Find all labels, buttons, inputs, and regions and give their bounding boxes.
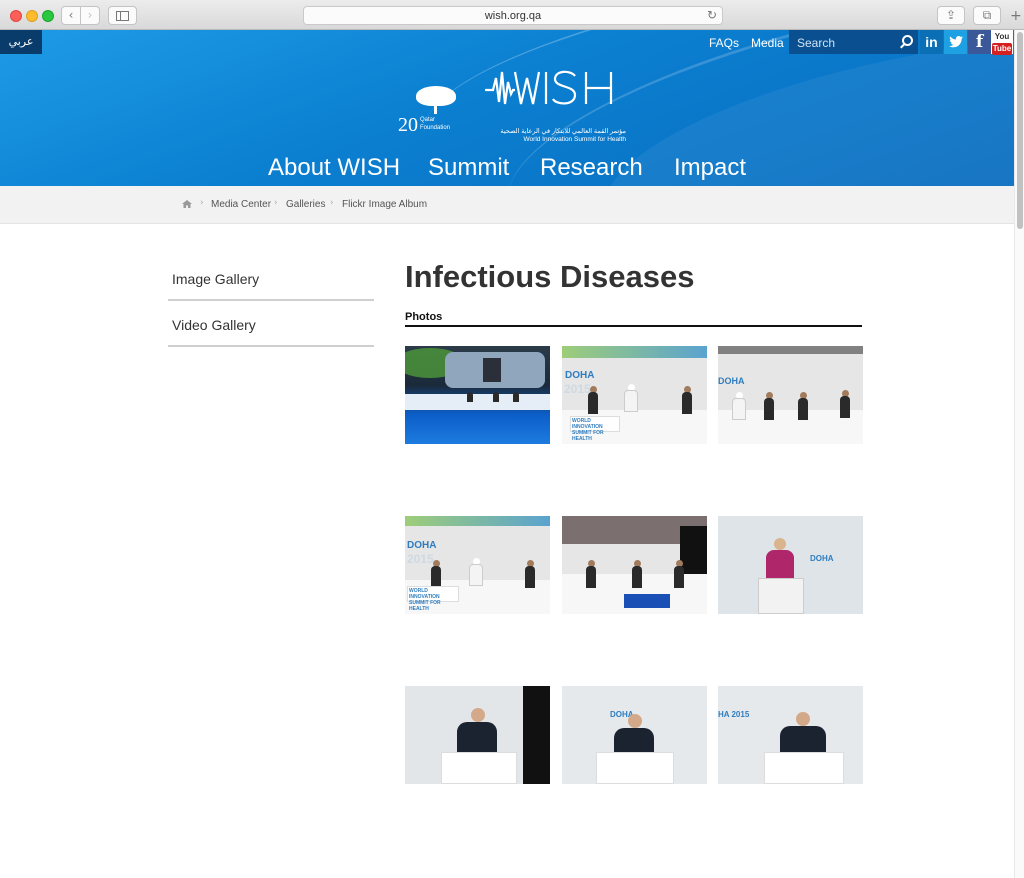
photo-thumbnail[interactable]: HA 2015 xyxy=(718,686,863,784)
minimize-window-button[interactable] xyxy=(26,10,38,22)
nav-impact[interactable]: Impact xyxy=(674,154,746,182)
photo-thumbnail[interactable]: DOHA 2015 WORLD INNOVATION SUMMIT FOR HE… xyxy=(405,516,550,614)
sidebar-item-image-gallery[interactable]: Image Gallery xyxy=(168,255,374,301)
nav-research[interactable]: Research xyxy=(540,154,643,182)
share-button[interactable]: ⇪ xyxy=(937,6,965,25)
photos-heading: Photos xyxy=(405,311,443,323)
forward-button[interactable]: › xyxy=(80,6,100,25)
breadcrumb-separator: › xyxy=(200,198,204,208)
tabs-icon: ⧉ xyxy=(982,8,992,22)
scrollbar-thumb[interactable] xyxy=(1017,32,1023,229)
chevron-right-icon: › xyxy=(87,8,93,22)
sidebar-item-label: Video Gallery xyxy=(172,317,256,333)
url-text: wish.org.qa xyxy=(484,10,542,22)
breadcrumb-galleries[interactable]: Galleries xyxy=(286,199,325,210)
show-tabs-button[interactable]: ⧉ xyxy=(973,6,1001,25)
wish-english-name: World Innovation Summit for Health xyxy=(523,136,626,143)
new-tab-button[interactable]: + xyxy=(1010,8,1022,24)
wish-arabic-name: مؤتمر القمة العالمي للابتكار في الرعاية … xyxy=(500,128,626,135)
sidebar-item-label: Image Gallery xyxy=(172,271,260,287)
qf-anniversary-number: 20 xyxy=(398,114,418,136)
page-title: Infectious Diseases xyxy=(405,259,695,294)
breadcrumb: › Media Center › Galleries › Flickr Imag… xyxy=(0,186,1014,224)
photo-thumbnail[interactable]: DOHA xyxy=(562,686,707,784)
home-icon[interactable] xyxy=(182,200,192,208)
youtube-icon-bottom: Tube xyxy=(991,43,1013,55)
photo-thumbnail[interactable]: DOHA 2015 WORLD INNOVATION SUMMIT FOR HE… xyxy=(562,346,707,444)
search-placeholder: Search xyxy=(797,36,836,50)
photo-thumbnail[interactable] xyxy=(405,346,550,444)
sidebar-icon xyxy=(116,11,129,21)
faqs-link[interactable]: FAQs xyxy=(709,36,739,50)
breadcrumb-separator: › xyxy=(274,198,278,208)
chevron-left-icon: ‹ xyxy=(68,8,74,22)
breadcrumb-media-center[interactable]: Media Center xyxy=(211,199,271,210)
search-icon[interactable] xyxy=(902,35,913,46)
browser-toolbar: ‹ › wish.org.qa ↻ ⇪ ⧉ + xyxy=(0,0,1024,30)
tree-icon xyxy=(416,86,456,106)
arabic-language-link[interactable]: عربي xyxy=(0,30,42,54)
sidebar-item-video-gallery[interactable]: Video Gallery xyxy=(168,301,374,347)
breadcrumb-separator: › xyxy=(330,198,334,208)
facebook-icon[interactable]: f xyxy=(968,30,991,54)
close-window-button[interactable] xyxy=(10,10,22,22)
youtube-icon[interactable]: You Tube xyxy=(991,30,1013,55)
show-sidebar-button[interactable] xyxy=(108,6,137,25)
photo-thumbnail[interactable]: DOHA xyxy=(718,516,863,614)
photos-divider xyxy=(405,325,862,327)
media-link[interactable]: Media xyxy=(751,36,784,50)
nav-about-wish[interactable]: About WISH xyxy=(268,154,400,182)
twitter-icon[interactable] xyxy=(944,30,967,54)
qatar-foundation-logo[interactable]: 20 Qatar Foundation xyxy=(398,86,464,142)
site-header: عربي FAQs Media Search in f You Tube 20 … xyxy=(0,30,1014,186)
linkedin-icon[interactable]: in xyxy=(920,30,943,54)
nav-summit[interactable]: Summit xyxy=(428,154,509,182)
back-button[interactable]: ‹ xyxy=(61,6,81,25)
page-scrollbar[interactable] xyxy=(1014,30,1024,878)
breadcrumb-current: Flickr Image Album xyxy=(342,199,428,210)
search-input[interactable]: Search xyxy=(789,30,918,54)
wish-subtitle: مؤتمر القمة العالمي للابتكار في الرعاية … xyxy=(486,128,626,144)
qf-name: Qatar Foundation xyxy=(420,117,451,131)
reload-icon[interactable]: ↻ xyxy=(707,8,717,22)
youtube-icon-top: You xyxy=(994,32,1010,41)
address-bar[interactable]: wish.org.qa ↻ xyxy=(303,6,723,25)
share-icon: ⇪ xyxy=(945,8,957,22)
photo-thumbnail[interactable] xyxy=(562,516,707,614)
photo-thumbnail[interactable] xyxy=(405,686,550,784)
zoom-window-button[interactable] xyxy=(42,10,54,22)
photo-thumbnail[interactable]: DOHA xyxy=(718,346,863,444)
